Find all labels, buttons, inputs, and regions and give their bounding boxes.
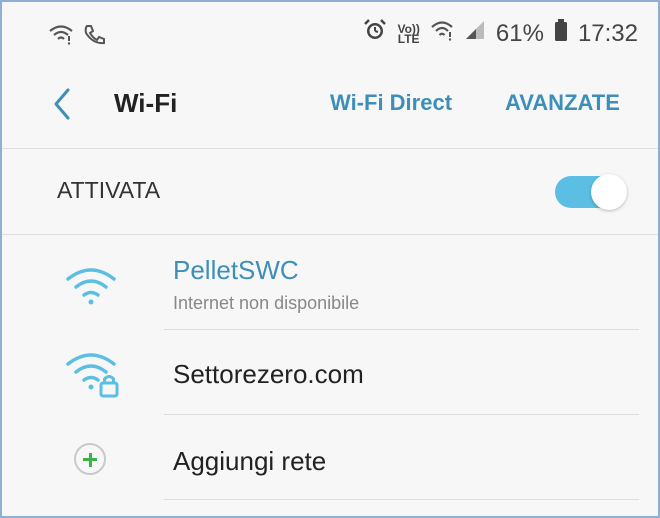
wifi-direct-button[interactable]: Wi-Fi Direct <box>330 90 452 116</box>
volte-icon: Vo)) LTE <box>397 23 420 46</box>
chevron-left-icon <box>48 88 76 130</box>
battery-icon <box>554 18 568 49</box>
signal-icon <box>464 19 486 48</box>
toggle-label: ATTIVATA <box>57 177 161 203</box>
alarm-icon <box>363 18 387 49</box>
switch-knob <box>591 174 627 210</box>
phone-screen: Vo)) LTE 61% 17:32 Wi-Fi Wi-Fi Direct AV… <box>0 0 660 518</box>
add-network-label: Aggiungi rete <box>173 446 327 476</box>
phone-call-icon <box>82 23 108 50</box>
network-item[interactable]: PelletSWC Internet non disponibile <box>2 235 658 329</box>
network-status: Internet non disponibile <box>173 293 360 313</box>
page-title: Wi-Fi <box>114 88 178 118</box>
network-name: PelletSWC <box>173 255 299 285</box>
advanced-button[interactable]: AVANZATE <box>505 90 620 116</box>
add-network-row[interactable]: Aggiungi rete <box>2 415 658 499</box>
volte-bottom-label: LTE <box>397 31 420 46</box>
back-button[interactable] <box>48 82 76 126</box>
divider <box>164 499 639 500</box>
wifi-icon <box>48 23 74 50</box>
battery-percent: 61% <box>495 19 544 47</box>
wifi-toggle-switch[interactable] <box>555 174 627 210</box>
app-bar: Wi-Fi Wi-Fi Direct AVANZATE <box>2 60 658 148</box>
wifi-signal-icon <box>430 19 454 48</box>
clock-time: 17:32 <box>577 19 638 47</box>
status-right-icons: Vo)) LTE 61% 17:32 <box>363 18 638 49</box>
network-item[interactable]: Settorezero.com <box>2 330 658 414</box>
plus-icon <box>74 443 106 475</box>
status-bar: Vo)) LTE 61% 17:32 <box>2 2 658 60</box>
status-left-icons <box>48 23 108 50</box>
wifi-toggle-row[interactable]: ATTIVATA <box>2 149 658 234</box>
network-name: Settorezero.com <box>173 359 364 389</box>
wifi-icon <box>64 265 118 310</box>
wifi-lock-icon <box>64 350 124 403</box>
